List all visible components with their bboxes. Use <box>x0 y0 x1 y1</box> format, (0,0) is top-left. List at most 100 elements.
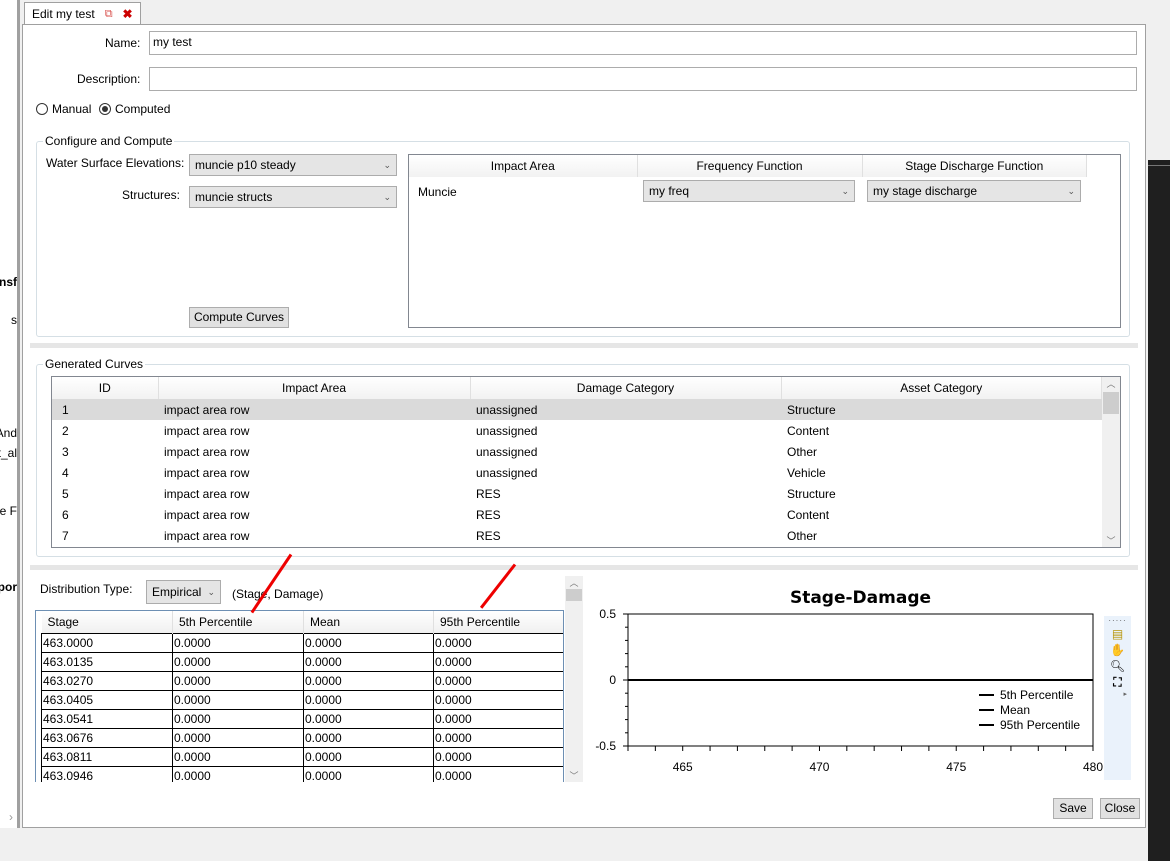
table-cell[interactable]: 0.0000 <box>172 651 304 672</box>
table-cell[interactable]: 0.0000 <box>172 689 304 710</box>
compute-curves-button[interactable]: Compute Curves <box>189 307 289 328</box>
table-cell[interactable]: 0.0000 <box>303 746 434 767</box>
col-header[interactable]: Stage Discharge Function <box>862 155 1087 177</box>
structures-dropdown[interactable]: muncie structs ⌄ <box>189 186 397 208</box>
table-row[interactable]: 463.0946 0.0000 0.0000 0.0000 <box>41 765 563 782</box>
table-cell: 6 <box>62 507 69 522</box>
table-cell[interactable]: 0.0000 <box>433 651 563 672</box>
table-row[interactable]: 463.0000 0.0000 0.0000 0.0000 <box>41 632 563 653</box>
scroll-up-icon[interactable]: ︿ <box>565 576 583 589</box>
radio-manual[interactable]: Manual <box>36 102 91 116</box>
table-cell[interactable]: 0.0000 <box>433 727 563 748</box>
table-cell[interactable]: 0.0000 <box>303 689 434 710</box>
save-button[interactable]: Save <box>1053 798 1093 819</box>
fit-extents-icon[interactable]: ⛶ <box>1104 675 1131 690</box>
table-row[interactable]: 463.0541 0.0000 0.0000 0.0000 <box>41 708 563 729</box>
table-cell[interactable]: 0.0000 <box>433 708 563 729</box>
table-cell[interactable]: 0.0000 <box>433 670 563 691</box>
table-cell[interactable]: 0.0000 <box>303 708 434 729</box>
scroll-down-icon[interactable]: ﹀ <box>565 769 583 782</box>
chevron-down-icon: ⌄ <box>383 191 391 202</box>
scroll-right-icon[interactable]: › <box>9 810 13 824</box>
tab-title: Edit my test <box>32 7 95 21</box>
table-cell[interactable]: 0.0000 <box>303 765 434 782</box>
col-header[interactable]: Frequency Function <box>637 155 863 177</box>
scrollbar[interactable]: ︿ ﹀ <box>1102 377 1120 547</box>
distribution-value: Empirical <box>152 585 202 599</box>
description-label: Description: <box>77 72 141 86</box>
splitter[interactable] <box>30 343 1138 348</box>
pan-hand-icon[interactable]: ✋ <box>1104 643 1131 657</box>
table-cell[interactable]: 0.0000 <box>433 632 563 653</box>
table-row[interactable]: 463.0676 0.0000 0.0000 0.0000 <box>41 727 563 748</box>
stage-discharge-dropdown[interactable]: my stage discharge ⌄ <box>867 180 1081 202</box>
table-cell[interactable]: 0.0000 <box>172 708 304 729</box>
col-header[interactable]: Impact Area <box>158 377 471 399</box>
description-input[interactable] <box>149 67 1137 91</box>
stage-damage-chart[interactable]: Stage-Damage 0.5 0 -0.5 465 470 475 480 5th Perc… <box>585 580 1145 780</box>
distribution-dropdown[interactable]: Empirical ⌄ <box>146 580 221 604</box>
table-cell[interactable]: 0.0000 <box>172 727 304 748</box>
table-row[interactable]: 463.0405 0.0000 0.0000 0.0000 <box>41 689 563 710</box>
frequency-dropdown[interactable]: my freq ⌄ <box>643 180 855 202</box>
table-cell[interactable]: 0.0000 <box>172 632 304 653</box>
impact-area-cell: Muncie <box>418 185 457 199</box>
table-cell[interactable]: 463.0000 <box>41 632 173 653</box>
annotation-icon[interactable]: ▤ <box>1104 627 1131 641</box>
scroll-thumb[interactable] <box>1103 392 1119 414</box>
chart-toolbar: ····· ▤ ✋ 🔍︎ ⛶ ▸ <box>1104 616 1131 780</box>
table-cell[interactable]: 0.0000 <box>303 632 434 653</box>
table-row[interactable]: 4 impact area row unassigned Vehicle <box>52 462 1102 483</box>
table-cell[interactable]: 463.0135 <box>41 651 173 672</box>
table-cell[interactable]: 463.0541 <box>41 708 173 729</box>
scroll-up-icon[interactable]: ︿ <box>1102 377 1120 390</box>
zoom-icon[interactable]: 🔍︎ <box>1104 659 1131 673</box>
col-header[interactable]: Impact Area <box>409 155 638 177</box>
table-row[interactable]: 1 impact area row unassigned Structure <box>52 399 1102 420</box>
table-cell[interactable]: 0.0000 <box>172 765 304 782</box>
col-header[interactable]: 95th Percentile <box>433 611 563 633</box>
table-cell[interactable]: 463.0811 <box>41 746 173 767</box>
table-row[interactable]: 463.0811 0.0000 0.0000 0.0000 <box>41 746 563 767</box>
col-header[interactable]: Mean <box>303 611 434 633</box>
table-row[interactable]: 463.0135 0.0000 0.0000 0.0000 <box>41 651 563 672</box>
table-cell[interactable]: 0.0000 <box>303 651 434 672</box>
table-cell[interactable]: 463.0405 <box>41 689 173 710</box>
col-header[interactable]: 5th Percentile <box>172 611 304 633</box>
table-row[interactable]: 3 impact area row unassigned Other <box>52 441 1102 462</box>
table-cell[interactable]: 0.0000 <box>433 765 563 782</box>
overflow-icon[interactable]: ▸ <box>1104 690 1131 698</box>
col-header[interactable]: Asset Category <box>781 377 1102 399</box>
table-row[interactable]: 463.0270 0.0000 0.0000 0.0000 <box>41 670 563 691</box>
radio-computed[interactable]: Computed <box>99 102 170 116</box>
scroll-thumb[interactable] <box>566 589 582 601</box>
table-row[interactable]: 6 impact area row RES Content <box>52 504 1102 525</box>
table-cell[interactable]: 0.0000 <box>303 727 434 748</box>
radio-label: Computed <box>115 102 171 116</box>
col-header[interactable]: Damage Category <box>470 377 782 399</box>
table-cell[interactable]: 0.0000 <box>433 746 563 767</box>
close-icon[interactable]: ✖ <box>123 7 133 21</box>
table-cell[interactable]: 0.0000 <box>303 670 434 691</box>
table-cell[interactable]: 463.0270 <box>41 670 173 691</box>
close-button[interactable]: Close <box>1100 798 1140 819</box>
table-cell[interactable]: 0.0000 <box>433 689 563 710</box>
col-header[interactable]: Stage <box>41 611 173 633</box>
popout-icon[interactable]: ⧉ <box>105 8 113 21</box>
table-cell[interactable]: 463.0676 <box>41 727 173 748</box>
table-cell[interactable]: 0.0000 <box>172 746 304 767</box>
col-header[interactable]: ID <box>52 377 159 399</box>
legend-label: 5th Percentile <box>1000 688 1074 702</box>
table-row[interactable]: 5 impact area row RES Structure <box>52 483 1102 504</box>
scrollbar[interactable]: ︿ ﹀ <box>565 576 583 782</box>
wse-dropdown[interactable]: muncie p10 steady ⌄ <box>189 154 397 176</box>
splitter[interactable] <box>30 565 1138 570</box>
table-row[interactable]: 2 impact area row unassigned Content <box>52 420 1102 441</box>
table-cell[interactable]: 463.0946 <box>41 765 173 782</box>
scroll-down-icon[interactable]: ﹀ <box>1102 534 1120 547</box>
table-cell[interactable]: 0.0000 <box>172 670 304 691</box>
table-row[interactable]: 7 impact area row RES Other <box>52 525 1102 546</box>
name-input[interactable]: my test <box>149 31 1137 55</box>
chart-title: Stage-Damage <box>790 588 931 608</box>
tab-edit-my-test[interactable]: Edit my test ⧉ ✖ <box>24 2 141 25</box>
